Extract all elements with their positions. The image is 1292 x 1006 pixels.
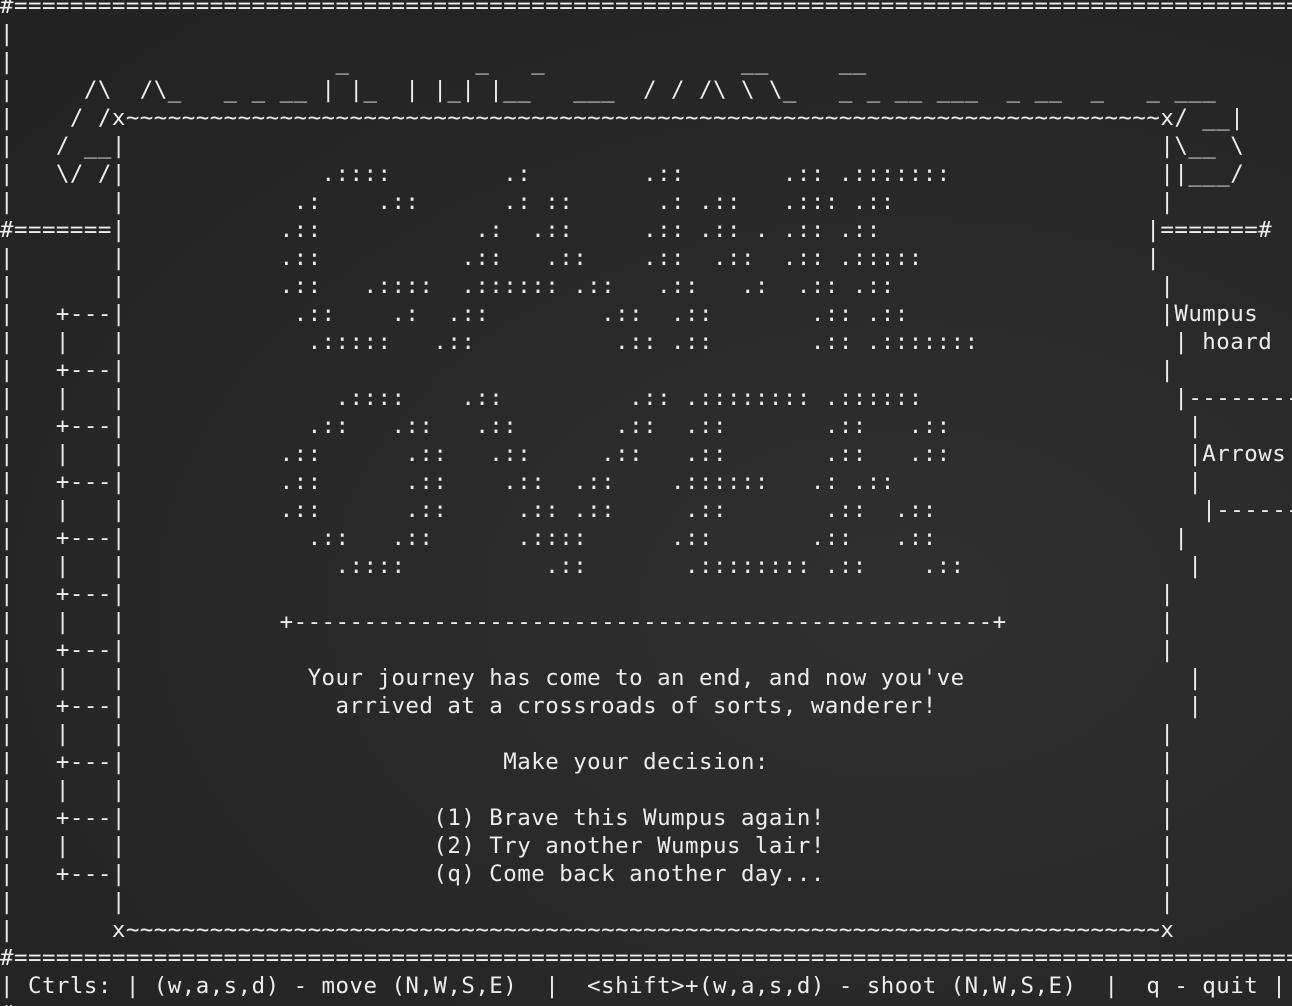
game-over-art-line: #=======| .:: .: .:: .:: .:: . .:: .:: |… <box>0 217 1292 243</box>
option-quit[interactable]: | +---| (q) Come back another day... | | <box>0 860 1292 888</box>
controls-divider: #=======================================… <box>0 945 1292 971</box>
game-over-art-line: | +---| .:: .:: .:: .:: .:::::: .: .:: |… <box>0 469 1292 495</box>
game-over-art-line: | | | .:::: .:: .:::::::: .:: .:: | | <box>0 553 1292 579</box>
option-another-lair[interactable]: | | | (2) Try another Wumpus lair! | | <box>0 832 1292 860</box>
frame-line: | | | | | <box>0 721 1292 747</box>
game-over-art-line: | | .:: .:: .:: .:: .:: .:: .::::: | | <box>0 245 1292 271</box>
option-brave-again[interactable]: | +---| (1) Brave this Wumpus again! | | <box>0 804 1292 832</box>
wumpus-hoard-label: | | | .::::: .:: .:: .:: .:: .::::::: | … <box>0 329 1292 355</box>
frame-line: | +---| | | <box>0 357 1292 383</box>
frame-line: | +---| | | <box>0 637 1292 663</box>
top-border: #=======================================… <box>0 0 1292 19</box>
game-over-art-line: | | | .:::: .:: .:: .:::::::: .:::::: |-… <box>0 385 1292 411</box>
game-over-art-line: | \/ /| .:::: .: .:: .:: .::::::: ||___/… <box>0 161 1292 187</box>
frame-line: | | | | | <box>0 777 1292 803</box>
game-over-art-line: | +---| .:: .:: .:::: .:: .:: .:: | | <box>0 525 1292 551</box>
controls-bar: | Ctrls: | (w,a,s,d) - move (N,W,S,E) | … <box>0 973 1287 999</box>
bottom-border: #=======================================… <box>0 1000 1292 1006</box>
game-over-art-line: | | .:: .:::: .:::::: .:: .:: .: .:: .::… <box>0 273 1292 299</box>
game-over-art-line: | | | .:: .:: .:: .:: .:: .:: .:: |-----… <box>0 497 1292 523</box>
frame-line: | | | | <box>0 889 1292 915</box>
title-art-line: | / /x~~~~~~~~~~~~~~~~~~~~~~~~~~~~~~~~~~… <box>0 105 1292 131</box>
frame-line: | x~~~~~~~~~~~~~~~~~~~~~~~~~~~~~~~~~~~~~… <box>0 917 1292 943</box>
title-art-line: | /\ /\_ _ _ __ | |_ | |_| |__ ___ / / /… <box>0 77 1292 103</box>
game-over-art-line: | +---| .:: .:: .:: .:: .:: .:: .:: | | <box>0 413 1292 439</box>
message-divider: | | | +---------------------------------… <box>0 609 1292 635</box>
title-art-line: | _ _ _ __ __ | <box>0 49 1292 75</box>
wumpus-hoard-label: | +---| .:: .: .:: .:: .:: .:: .:: |Wump… <box>0 301 1292 327</box>
terminal-window: #=======================================… <box>0 0 1292 1006</box>
message-text: | +---| arrived at a crossroads of sorts… <box>0 693 1292 719</box>
frame-line: | +---| | | <box>0 581 1292 607</box>
title-art-line: | / __| |\__ \ | <box>0 133 1292 159</box>
decision-prompt: | +---| Make your decision: | | <box>0 749 1292 775</box>
game-over-art-line: | | .: .:: .: :: .: .:: .::: .:: | | <box>0 189 1292 215</box>
frame-line: | | <box>0 21 1292 47</box>
message-text: | | | Your journey has come to an end, a… <box>0 665 1292 691</box>
arrows-label: | | | .:: .:: .:: .:: .:: .:: .:: |Arrow… <box>0 441 1292 467</box>
